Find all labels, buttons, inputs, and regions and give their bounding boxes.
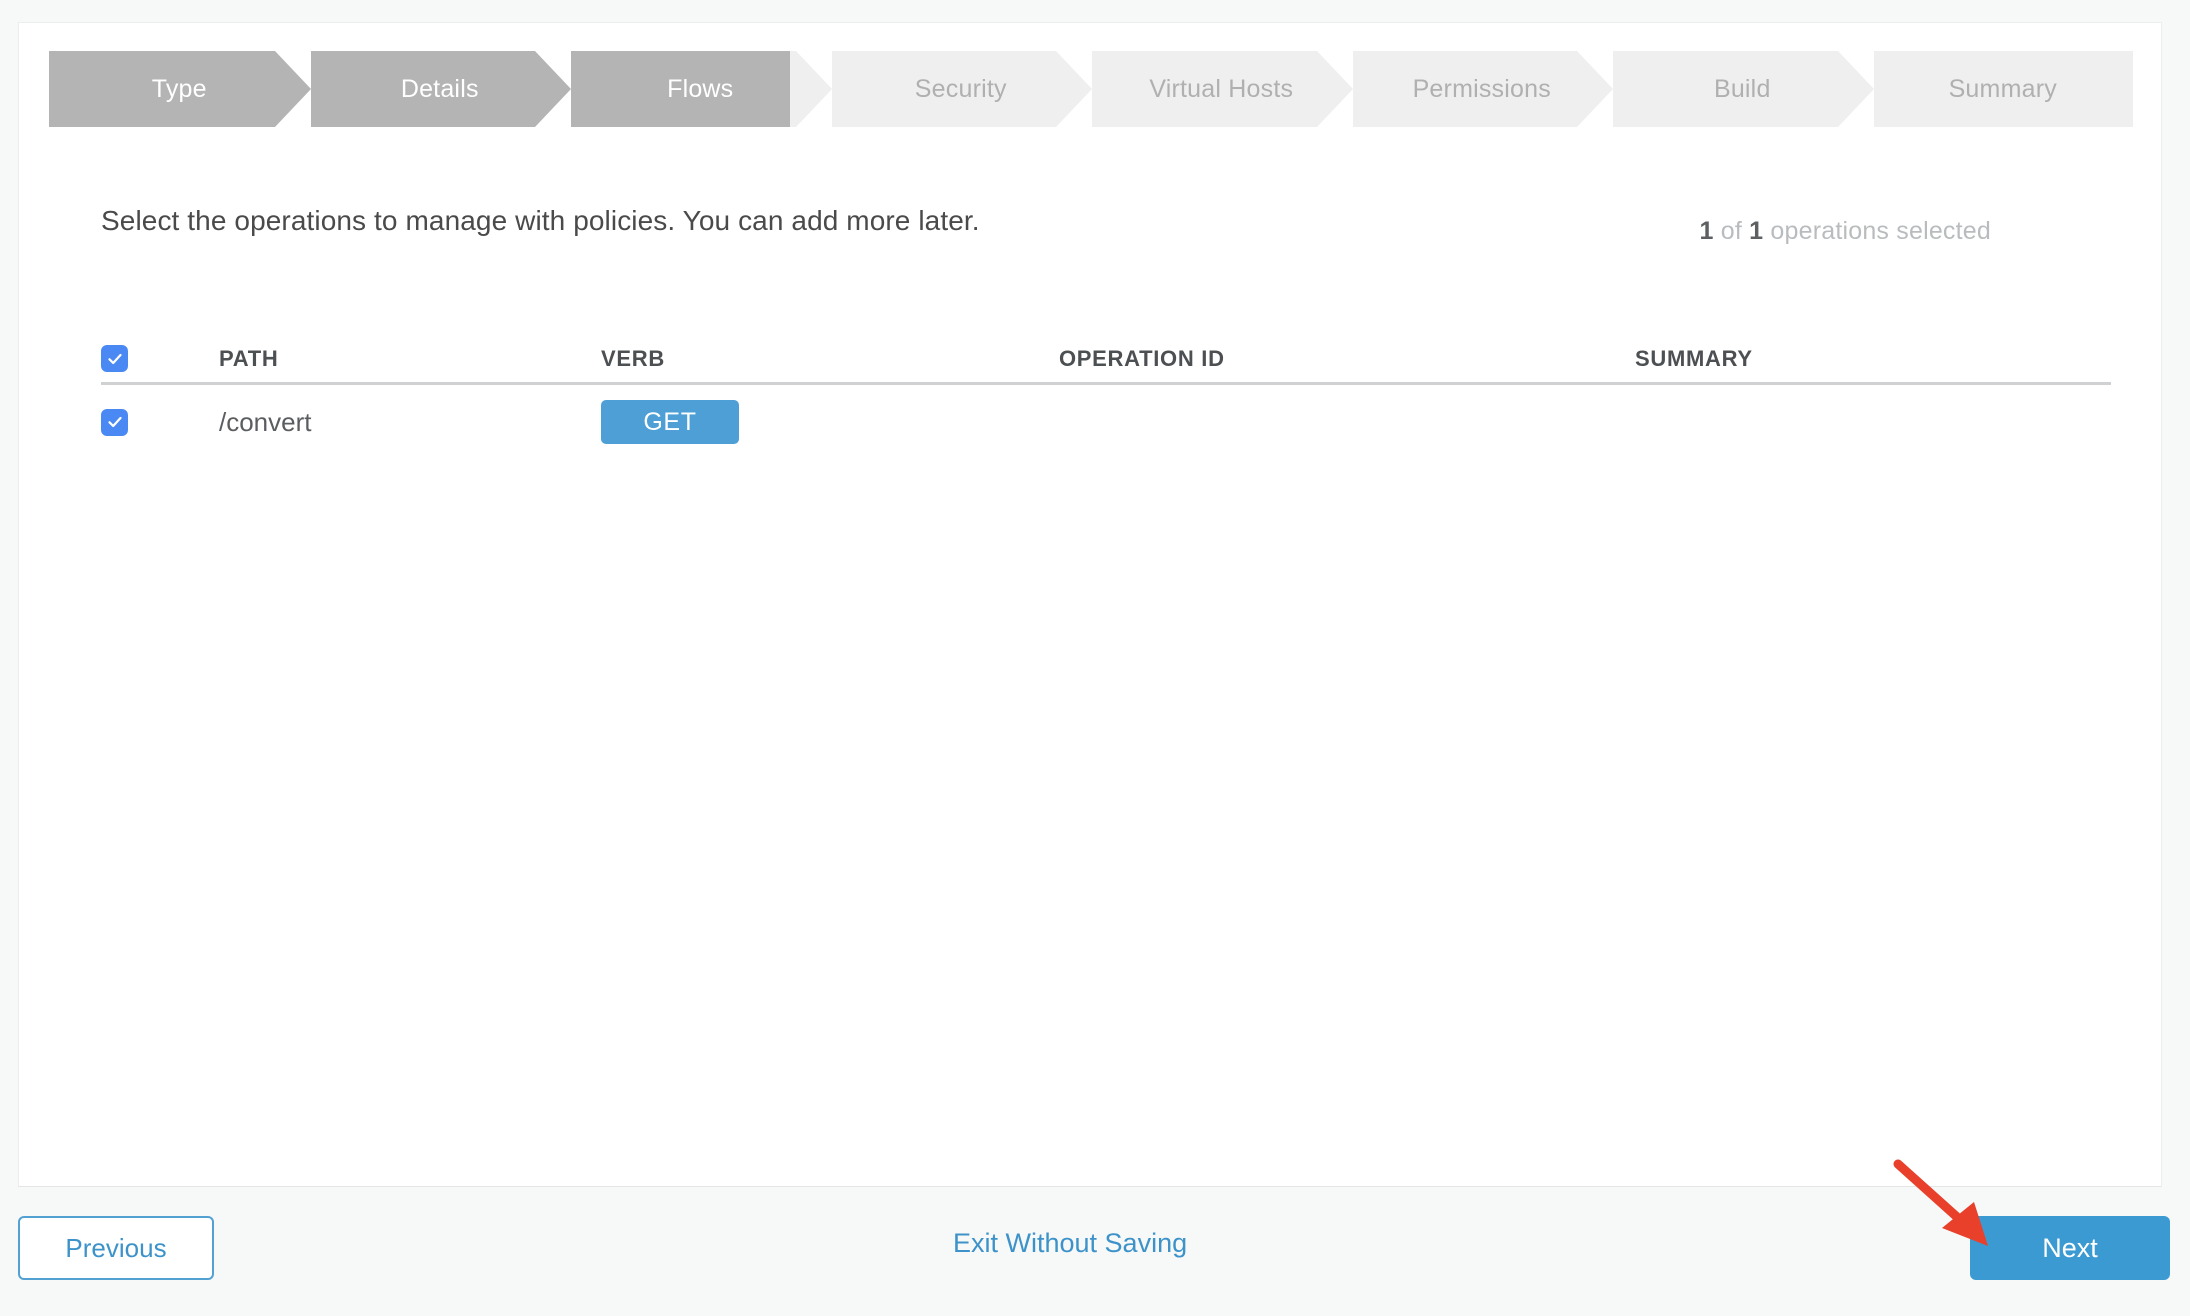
operations-table: PATH VERB OPERATION ID SUMMARY /convert … [101, 335, 2111, 459]
select-all-checkbox[interactable] [101, 345, 128, 372]
step-virtual-hosts[interactable]: Virtual Hosts [1091, 51, 1353, 127]
check-icon [107, 416, 122, 428]
step-chevron-icon [1571, 51, 1613, 127]
step-label: Virtual Hosts [1149, 74, 1294, 103]
step-label: Permissions [1412, 74, 1551, 103]
step-type[interactable]: Type [49, 51, 311, 127]
step-label: Security [914, 74, 1007, 103]
step-flows[interactable]: Flows [570, 51, 832, 127]
step-chevron-icon [1831, 51, 1874, 127]
counter-suffix: operations selected [1763, 217, 1991, 245]
counter-total: 1 [1749, 217, 1764, 245]
step-chevron-icon [789, 51, 832, 127]
previous-button[interactable]: Previous [18, 1216, 214, 1280]
step-label: Build [1713, 74, 1771, 103]
step-summary[interactable]: Summary [1872, 51, 2133, 127]
operations-counter: 1 of 1 operations selected [1699, 217, 1991, 246]
verb-badge-get: GET [601, 400, 739, 444]
select-all-cell [101, 345, 219, 372]
step-permissions[interactable]: Permissions [1351, 51, 1613, 127]
column-header-operation-id: OPERATION ID [1059, 345, 1225, 371]
wizard-card: Type Details Flows Security Virtual Host… [18, 22, 2162, 1187]
step-label: Flows [667, 74, 734, 103]
cell-verb: GET [601, 400, 1059, 444]
step-security[interactable]: Security [830, 51, 1092, 127]
wizard-stepper: Type Details Flows Security Virtual Host… [49, 51, 2133, 127]
step-build[interactable]: Build [1612, 51, 1874, 127]
counter-selected: 1 [1699, 217, 1714, 245]
row-checkbox[interactable] [101, 408, 128, 436]
column-header-summary: SUMMARY [1635, 345, 1753, 371]
step-chevron-icon [529, 51, 571, 127]
table-header-row: PATH VERB OPERATION ID SUMMARY [101, 335, 2111, 385]
next-button[interactable]: Next [1970, 1216, 2170, 1280]
step-details[interactable]: Details [309, 51, 571, 127]
step-label: Details [400, 74, 479, 103]
step-chevron-icon [1050, 51, 1092, 127]
cell-path: /convert [219, 406, 312, 437]
wizard-footer: Previous Exit Without Saving Next [0, 1188, 2190, 1316]
exit-without-saving-link[interactable]: Exit Without Saving [953, 1228, 1187, 1259]
step-chevron-icon [1310, 51, 1353, 127]
page-instruction: Select the operations to manage with pol… [101, 205, 980, 236]
table-row[interactable]: /convert GET [101, 385, 2111, 459]
counter-of: of [1713, 217, 1750, 245]
check-icon [107, 353, 122, 364]
step-label: Summary [1948, 74, 2057, 103]
row-select-cell [101, 408, 219, 436]
column-header-verb: VERB [601, 345, 665, 371]
step-label: Type [151, 74, 207, 103]
column-header-path: PATH [219, 345, 279, 371]
step-chevron-icon [268, 51, 311, 127]
